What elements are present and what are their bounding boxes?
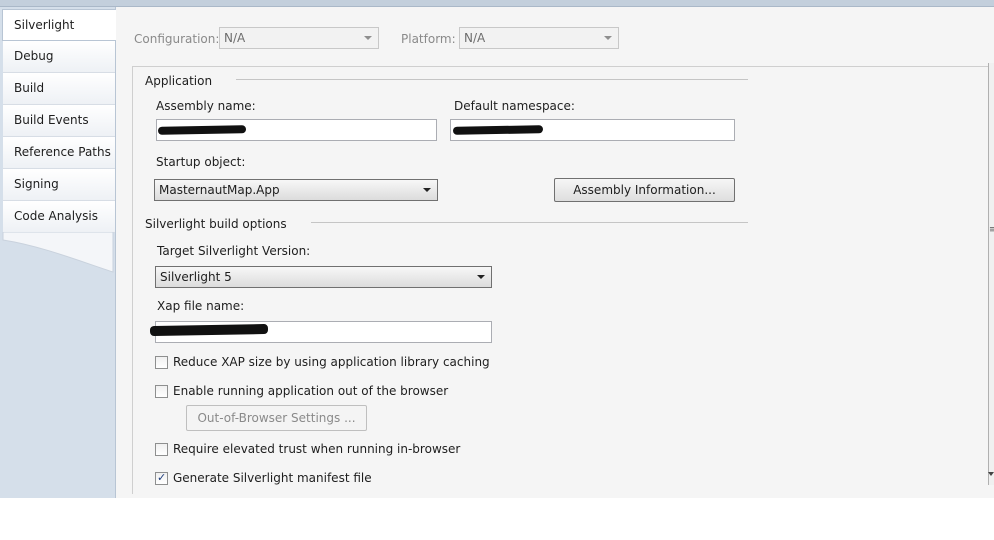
tab-silverlight[interactable]: Silverlight bbox=[2, 9, 116, 41]
group-divider bbox=[236, 79, 748, 80]
tab-build-events[interactable]: Build Events bbox=[3, 105, 115, 137]
xap-file-label: Xap file name: bbox=[157, 299, 245, 313]
tab-build[interactable]: Build bbox=[3, 73, 115, 105]
tab-code-analysis[interactable]: Code Analysis bbox=[3, 201, 115, 233]
redacted-value bbox=[452, 125, 544, 135]
checkmark-icon: ✓ bbox=[157, 471, 167, 484]
group-divider bbox=[311, 222, 748, 223]
default-namespace-input[interactable] bbox=[450, 119, 735, 141]
startup-object-select[interactable]: MasternautMap.App bbox=[154, 179, 438, 201]
configuration-select[interactable]: N/A bbox=[219, 27, 379, 49]
vertical-scrollbar[interactable] bbox=[988, 63, 994, 485]
target-version-select[interactable]: Silverlight 5 bbox=[155, 266, 492, 288]
chevron-down-icon bbox=[477, 275, 485, 279]
manifest-label: Generate Silverlight manifest file bbox=[173, 471, 372, 485]
xap-file-input[interactable] bbox=[149, 321, 492, 343]
tab-signing[interactable]: Signing bbox=[3, 169, 115, 201]
platform-label: Platform: bbox=[401, 32, 456, 46]
chevron-down-icon bbox=[423, 188, 431, 192]
elevated-trust-label: Require elevated trust when running in-b… bbox=[173, 442, 461, 456]
startup-object-value: MasternautMap.App bbox=[159, 183, 280, 197]
platform-value: N/A bbox=[464, 31, 486, 45]
startup-object-label: Startup object: bbox=[156, 155, 246, 169]
target-version-value: Silverlight 5 bbox=[160, 270, 232, 284]
platform-select[interactable]: N/A bbox=[459, 27, 619, 49]
out-of-browser-settings-button[interactable]: Out-of-Browser Settings ... bbox=[186, 405, 367, 431]
scroll-down-icon[interactable] bbox=[988, 472, 994, 476]
manifest-checkbox[interactable]: ✓ bbox=[155, 471, 168, 485]
tab-debug[interactable]: Debug bbox=[3, 41, 115, 73]
out-of-browser-checkbox[interactable] bbox=[155, 385, 168, 398]
tab-list-end bbox=[2, 232, 114, 273]
window-top-strip bbox=[0, 0, 994, 7]
silverlight-properties-pane: Configuration: N/A Platform: N/A Applica… bbox=[115, 7, 994, 498]
configuration-value: N/A bbox=[224, 31, 246, 45]
elevated-trust-checkbox[interactable] bbox=[155, 443, 168, 456]
build-options-group-label: Silverlight build options bbox=[145, 217, 287, 231]
out-of-browser-label: Enable running application out of the br… bbox=[173, 384, 449, 398]
target-version-label: Target Silverlight Version: bbox=[157, 244, 311, 258]
project-properties-window: Silverlight Debug Build Build Events Ref… bbox=[0, 0, 994, 498]
redacted-value bbox=[149, 323, 269, 337]
reduce-xap-label: Reduce XAP size by using application lib… bbox=[173, 355, 490, 369]
default-namespace-label: Default namespace: bbox=[454, 99, 575, 113]
tab-reference-paths[interactable]: Reference Paths bbox=[3, 137, 115, 169]
application-group-label: Application bbox=[145, 74, 213, 88]
scroll-grip-icon[interactable]: ≡ bbox=[989, 226, 994, 235]
assembly-name-label: Assembly name: bbox=[156, 99, 256, 113]
assembly-name-input[interactable] bbox=[156, 119, 437, 141]
chevron-down-icon bbox=[604, 36, 612, 40]
configuration-label: Configuration: bbox=[134, 32, 220, 46]
assembly-information-button[interactable]: Assembly Information... bbox=[554, 178, 735, 202]
reduce-xap-checkbox[interactable] bbox=[155, 356, 168, 369]
sidebar: Silverlight Debug Build Build Events Ref… bbox=[0, 7, 116, 498]
chevron-down-icon bbox=[364, 36, 372, 40]
redacted-value bbox=[157, 125, 247, 135]
